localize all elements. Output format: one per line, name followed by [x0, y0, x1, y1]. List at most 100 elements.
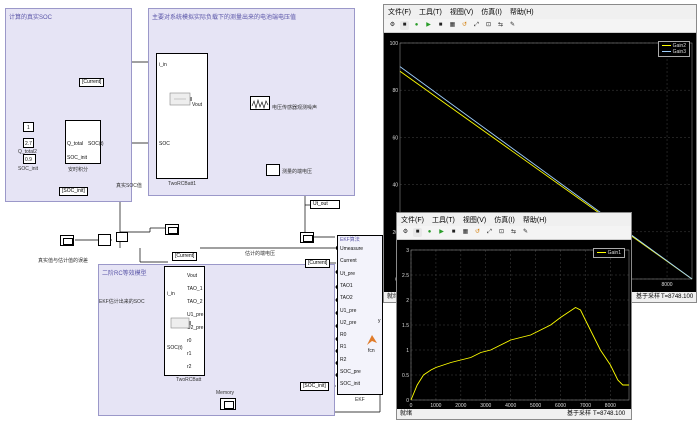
run-icon[interactable]: ● — [425, 228, 434, 237]
y-tick-label: 3 — [406, 248, 409, 254]
noise-source-block[interactable] — [250, 96, 270, 110]
y-tick-label: 60 — [392, 135, 398, 141]
stop-sim-icon[interactable]: ■ — [436, 21, 445, 30]
tworc-battery-1-block[interactable]: i_in SOC Vout — [156, 53, 208, 179]
scope1-menu-file[interactable]: 文件(F) — [388, 7, 411, 17]
zoom-icon[interactable]: ⤢ — [472, 21, 481, 30]
ekf-in-port-0: Umeasure — [340, 246, 364, 252]
y-tick-label: 2.5 — [402, 273, 409, 279]
goto-current-ekf[interactable]: [Current] — [305, 259, 331, 268]
scope2-menubar: 文件(F) 工具(T) 视图(V) 仿真(I) 帮助(H) — [397, 214, 631, 226]
measured-voltage-sum[interactable] — [266, 164, 280, 176]
ekf-algorithm-block[interactable]: EKF算法 Umeasure Current Ut_pre TAO1 TAO2 U1_pr… — [337, 235, 383, 395]
memory-block[interactable] — [220, 398, 236, 410]
sim-subsystem-title: 主要对系统模拟实际负载下的测量出来的电池端电压值 — [152, 15, 297, 21]
scope2-menu-file[interactable]: 文件(F) — [401, 215, 424, 225]
tworc2-port-soc: SOC(t) — [167, 345, 183, 351]
voltage-scope-block[interactable] — [300, 232, 314, 243]
tworc2-out-port-6: r1 — [187, 351, 192, 357]
edit-icon[interactable]: ✎ — [521, 228, 530, 237]
step-icon[interactable]: ▶ — [424, 21, 433, 30]
tworc2-label: TwoRCBatt — [176, 377, 202, 383]
highlight-icon[interactable]: ▦ — [461, 228, 470, 237]
ekf-in-port-6: U2_pre — [340, 319, 357, 326]
tworc2-out-port-2: TAO_2 — [187, 299, 203, 305]
constant-one[interactable]: 1 — [23, 122, 34, 132]
scope2-menu-help[interactable]: 帮助(H) — [523, 215, 547, 225]
scope2-status-time: T=8748.100 — [593, 411, 626, 417]
goto-current-top[interactable]: [Current] — [79, 78, 105, 87]
fit-icon[interactable]: ⊡ — [484, 21, 493, 30]
tworc1-port-soc: SOC — [159, 141, 170, 147]
restore-icon[interactable]: ↺ — [460, 21, 469, 30]
error-sum-block[interactable] — [98, 234, 111, 246]
scope1-menu-help[interactable]: 帮助(H) — [510, 7, 534, 17]
scope-window-error[interactable]: 文件(F) 工具(T) 视图(V) 仿真(I) 帮助(H) ⚙ ■ ● ▶ ■ … — [396, 212, 632, 420]
scope2-legend-gain1: Gain1 — [607, 250, 621, 256]
scope2-plot-area[interactable]: 3 2.5 2 1.5 1 0.5 0 0 1000 2000 3000 4000 5000 6000 70… — [397, 240, 631, 411]
scope2-menu-sim[interactable]: 仿真(I) — [494, 215, 515, 225]
goto-current-mid[interactable]: [Current] — [172, 252, 198, 261]
restore-icon[interactable]: ↺ — [473, 228, 482, 237]
tworc1-port-vout: Vout — [192, 102, 203, 108]
soc-block-port-soc-init: SOC_init — [67, 155, 88, 161]
run-icon[interactable]: ● — [412, 21, 421, 30]
constant-q-total[interactable]: 2.7 — [23, 138, 34, 148]
constant-soc-init[interactable]: 0.9 — [23, 154, 36, 164]
scope2-status-left: 就绪 — [400, 411, 413, 417]
settings-gear-icon[interactable]: ⚙ — [401, 228, 410, 237]
cursor-icon[interactable]: ⇆ — [496, 21, 505, 30]
cursor-icon[interactable]: ⇆ — [509, 228, 518, 237]
ut-out-block[interactable]: Ut_out — [310, 200, 340, 209]
y-tick-label: 100 — [390, 41, 399, 47]
zoom-icon[interactable]: ⤢ — [485, 228, 494, 237]
tworc-battery-2-block[interactable]: i_in SOC(t) Vout TAO_1 TAO_2 U1_pre U2_pre r0… — [164, 266, 205, 376]
tworc1-label: TwoRCBatt1 — [168, 181, 197, 187]
y-tick-label: 40 — [392, 183, 398, 189]
ekf-in-port-10: SOC_pre — [340, 369, 361, 375]
ekf-in-port-9: R2 — [340, 356, 347, 363]
ekf-estimate-label: EKF估计出来的SOC — [99, 299, 145, 305]
matlab-function-icon — [367, 335, 377, 345]
scope1-menubar: 文件(F) 工具(T) 视图(V) 仿真(I) 帮助(H) — [384, 6, 696, 18]
step-icon[interactable]: ▶ — [437, 228, 446, 237]
scope2-menu-tools[interactable]: 工具(T) — [432, 215, 455, 225]
y-tick-label: 1.5 — [402, 323, 409, 329]
edit-icon[interactable]: ✎ — [508, 21, 517, 30]
est-voltage-label: 估计的端电压 — [245, 251, 276, 257]
soc-block-port-out: SOC(t) — [88, 141, 104, 147]
soc-scope-block[interactable] — [165, 224, 179, 235]
goto-soc-init-top[interactable]: [SOC_init] — [59, 187, 88, 196]
highlight-icon[interactable]: ▦ — [448, 21, 457, 30]
stop-icon[interactable]: ■ — [413, 228, 422, 237]
settings-gear-icon[interactable]: ⚙ — [388, 21, 397, 30]
ekf-in-port-3: TAO1 — [340, 282, 353, 289]
stop-sim-icon[interactable]: ■ — [449, 228, 458, 237]
tworc2-out-port-7: r2 — [187, 364, 192, 370]
error-gain-block[interactable] — [116, 232, 128, 242]
y-tick-label: 80 — [392, 88, 398, 94]
stop-icon[interactable]: ■ — [400, 21, 409, 30]
soc-init-label: SOC_init — [18, 166, 39, 172]
fit-icon[interactable]: ⊡ — [497, 228, 506, 237]
y-tick-label: 1 — [406, 348, 409, 354]
noise-waveform-icon — [251, 98, 269, 110]
error-scope-block[interactable] — [60, 235, 74, 246]
scope2-legend: Gain1 — [593, 248, 625, 258]
ekf-in-port-2: Ut_pre — [340, 270, 356, 277]
true-soc-label: 真实SOC值 — [116, 183, 142, 189]
error-label: 真实值与估计值的误差 — [38, 258, 89, 264]
goto-soc-init-bottom[interactable]: [SOC_init] — [300, 382, 329, 391]
ekf-output-port: y — [378, 318, 381, 324]
constant-q-total-value: 2.7 — [25, 141, 32, 147]
scope1-menu-sim[interactable]: 仿真(I) — [481, 7, 502, 17]
scope2-menu-view[interactable]: 视图(V) — [463, 215, 486, 225]
ekf-model-title: 二阶RC等效模型 — [102, 271, 147, 277]
constant-soc-init-value: 0.9 — [25, 157, 32, 163]
tworc2-out-port-0: Vout — [187, 273, 198, 279]
soc-integral-block[interactable]: Q_total SOC_init SOC(t) — [65, 120, 104, 164]
scope1-menu-view[interactable]: 视图(V) — [450, 7, 473, 17]
scope2-statusbar: 就绪 基于采样 T=8748.100 — [397, 409, 631, 419]
scope2-chart: 32.521.510.500 1000 2000 3000 4000 5000 6000 70… — [402, 248, 630, 409]
scope1-menu-tools[interactable]: 工具(T) — [419, 7, 442, 17]
